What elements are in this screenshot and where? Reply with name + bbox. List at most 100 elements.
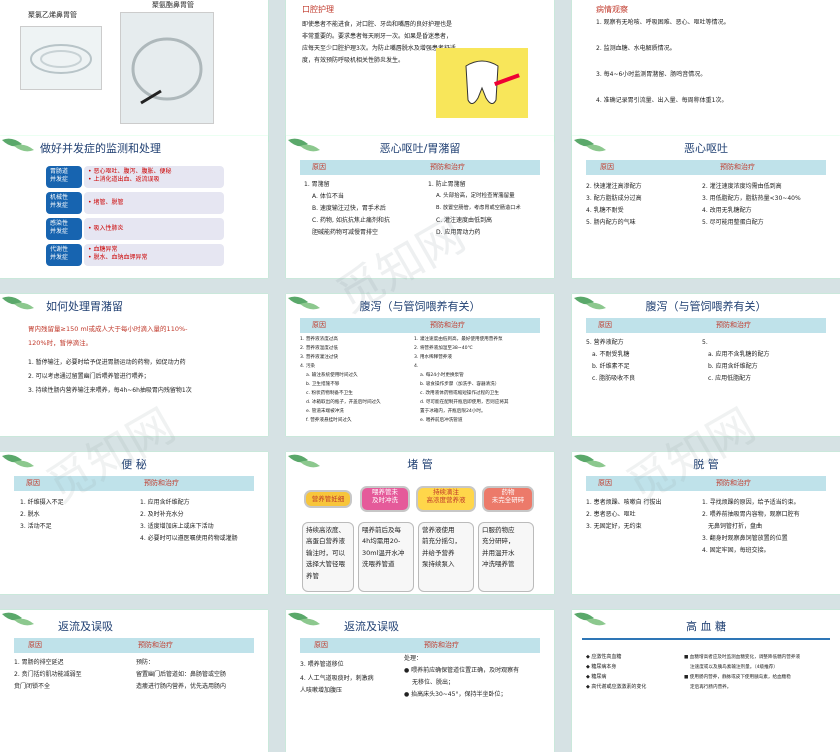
table-header: 原因 预防和治疗	[14, 638, 254, 653]
slide-gastric-retention[interactable]: 如何处理胃潴留 胃内残留量≥150 ml或成人大于每小时滴入量的110%- 12…	[0, 294, 268, 436]
cause-line: 3. 营养液灌注过快	[300, 355, 339, 360]
treatment-line: 无移位、脱出；	[412, 679, 455, 686]
leaf-decoration-icon	[2, 612, 34, 626]
tube-label-pu: 聚氨酯鼻胃管	[152, 1, 194, 9]
cause-line: d. 冰箱取出的瓶子，开盖后时间过久	[306, 400, 381, 405]
slide-feeding-tubes[interactable]: 聚氯乙烯鼻胃管 聚氨酯鼻胃管	[0, 0, 268, 142]
slide-tube-dislodgement[interactable]: 脱 管 原因 预防和治疗 1. 患者烦躁、咳嗽自 行拔出 2. 患者恶心、呕吐 …	[572, 452, 840, 594]
cause-line: 1. 纤维摄入不足	[20, 499, 64, 506]
header-treatment: 预防和治疗	[138, 641, 173, 649]
table-header: 原因 预防和治疗	[14, 476, 254, 491]
category-metabolic: 代谢性 并发症	[46, 244, 82, 266]
header-cause: 原因	[28, 641, 42, 649]
slide-reflux-2[interactable]: 返流及误吸 原因 预防和治疗 3. 喂养管道移位 4. 人工气道吸痰时，刺激病 …	[286, 610, 554, 752]
slide-hyperglycemia[interactable]: 高 血 糖 ◆ 应激性高血糖 ◆ 糖尿病本身 ◆ 糖尿病 ◆ 高代谢或应激激素的…	[572, 610, 840, 752]
treatment-line: 3. 适度增加床上或床下活动	[140, 523, 214, 530]
cause-line: ◆ 高代谢或应激激素的变化	[586, 684, 647, 690]
header-treatment: 预防和治疗	[424, 641, 459, 649]
slide-diarrhea-1[interactable]: 腹泻（与管饲喂养有关） 原因 预防和治疗 1. 营养液浓度过高 2. 营养液温度…	[286, 294, 554, 436]
slide-title: 恶心呕吐	[684, 142, 728, 155]
slide-constipation[interactable]: 便 秘 原因 预防和治疗 1. 纤维摄入不足 2. 脱水 3. 活动不足 1. …	[0, 452, 268, 594]
treatment-line: ■ 血糖增高者应及时监测血糖变化，调整降低糖内营养液	[684, 655, 801, 660]
table-header: 原因 预防和治疗	[586, 476, 826, 491]
treatment-line: d. 尽可能在配制开瓶后即使用，否则应将其	[420, 400, 509, 405]
slide-reflux-1[interactable]: 返流及误吸 原因 预防和治疗 1. 胃肠的排空延迟 2. 贲门括约肌功能减弱至 …	[0, 610, 268, 752]
slide-nausea-retention[interactable]: 恶心呕吐/胃潴留 原因 预防和治疗 1. 胃潴留 A. 体位不当 B. 速度输注…	[286, 136, 554, 278]
header-treatment: 预防和治疗	[430, 321, 465, 329]
treatment-line: C. 灌注速度由低到高	[436, 217, 493, 224]
category-infection: 感染性 并发症	[46, 218, 82, 240]
treatment-line: A. 头部抬高，定时检查胃潴留量	[436, 193, 515, 199]
cause-line: 5. 营养液配方	[586, 339, 624, 346]
tooth-cartoon-image	[436, 48, 528, 118]
treatment-line: 3. 翻身时观察鼻饲管放置的位置	[702, 535, 788, 542]
cause-line: 2. 脱水	[20, 511, 40, 518]
cause-line: 3. 活动不足	[20, 523, 52, 530]
slide-title: 脱 管	[693, 458, 719, 471]
treatment-line: a. 应用不含乳糖的配方	[708, 351, 770, 358]
cause-line: B. 速度输注过快，胃手术后	[312, 205, 386, 212]
observation-item: 3. 每4~6小时监测胃潴留、肠鸣音情况。	[596, 71, 707, 78]
cause-line: 1. 营养液浓度过高	[300, 337, 339, 342]
treatment-line: a. 每24小时更换泵管	[420, 373, 464, 378]
header-treatment: 预防和治疗	[716, 321, 751, 329]
treatment-line: ● 喂养前应确保管道位置正确，及时观察有	[404, 667, 520, 674]
measure-card: 喂养前后及每 4h均需用20- 30ml温开水冲 洗喂养管道	[358, 522, 414, 592]
treatment-line: 3. 用低脂配方，脂肪热量<30~40%	[702, 195, 801, 202]
treatment-line: c. 改用液体药物或缩短操作过程的卫生	[420, 391, 499, 396]
treatment-line: 1. 灌注速度由低到高，最好使用使用营养泵	[414, 337, 503, 342]
treatment-line: 3. 用水稀释营养液	[414, 355, 453, 360]
table-header: 原因 预防和治疗	[300, 318, 540, 333]
cause-line: b. 纤维素不足	[592, 363, 630, 370]
step-item: 1. 暂停输注，必要时给予促进胃肠运动的药物，如促动力药	[28, 359, 186, 366]
slide-nausea[interactable]: 恶心呕吐 原因 预防和治疗 2. 快速灌注高渗配方 3. 配方脂肪成分过高 4.…	[572, 136, 840, 278]
treatment-line: 无鼻饲管打折，盘曲	[708, 523, 763, 530]
treatment-line: b. 应用含纤维配方	[708, 363, 758, 370]
highlight-line: 120%时，暂停滴注。	[28, 339, 93, 347]
cause-line: 4. 乳糖不耐受	[586, 207, 624, 214]
category-mechanical: 机械性 并发症	[46, 192, 82, 214]
body-line: 即使患者不能进食，对口腔、牙齿和嘴唇的良好护理也是	[302, 21, 453, 28]
cause-line: c. 粉状药物制备不卫生	[306, 391, 353, 396]
cause-line: 2. 患者恶心、呕吐	[586, 511, 636, 518]
slide-title: 病情观察	[596, 5, 628, 14]
header-treatment: 预防和治疗	[430, 163, 465, 171]
treatment-line: 2. 及时补充水分	[140, 511, 184, 518]
treatment-line: 4. 必要时可以遵医嘱使用药物或灌肠	[140, 535, 238, 542]
cause-line: 5. 肠内配方的气味	[586, 219, 636, 226]
cause-line: 贲门闭锁不全	[14, 683, 51, 690]
table-header: 原因 预防和治疗	[586, 318, 826, 333]
slide-title: 高 血 糖	[686, 620, 726, 633]
cause-line: 胆碱能药物可减慢胃排空	[312, 229, 379, 236]
cause-line: 4. 人工气道吸痰时，刺激病	[300, 675, 374, 682]
header-treatment: 预防和治疗	[716, 479, 751, 487]
treatment-line: 4. 改用无乳糖配方	[702, 207, 752, 214]
cause-line: ◆ 应激性高血糖	[586, 654, 622, 660]
treatment-line: 1. 防止胃潴留	[428, 181, 466, 188]
category-gi: 胃肠道 并发症	[46, 166, 82, 188]
treatment-line: 2. 灌注速度浓度均需由低到高	[702, 183, 782, 190]
slide-condition-observation[interactable]: 病情观察 1. 观察有无呛咳、呼吸困难、恶心、呕吐等情况。 2. 监测血糖、水电…	[572, 0, 840, 142]
cause-line: 3. 喂养管道移位	[300, 661, 344, 668]
slide-complications[interactable]: 做好并发症的监测和处理 胃肠道 并发症 • 恶心呕吐、腹泻、腹胀、便秘 • 上消…	[0, 136, 268, 278]
treatment-line: 预防：	[136, 659, 155, 666]
slide-diarrhea-2[interactable]: 腹泻（与管饲喂养有关） 原因 预防和治疗 5. 营养液配方 a. 不耐受乳糖 b…	[572, 294, 840, 436]
measure-card: 持续高浓度、 高蛋白营养液 输注时，可以 选择大管径喂 养管	[302, 522, 354, 592]
header-cause: 原因	[600, 163, 614, 171]
table-header: 原因 预防和治疗	[300, 160, 540, 175]
slide-oral-care[interactable]: 口腔护理 即使患者不能进食，对口腔、牙齿和嘴唇的良好护理也是 非常重要的。要求患…	[286, 0, 554, 142]
slide-tube-blockage[interactable]: 堵 管 营养管妊细 喂养管未 及时冲洗 持续滴注 高浓度营养液 药物 未完全研碎…	[286, 452, 554, 594]
treatment-line: 定后再行肠内营养。	[690, 685, 732, 690]
cause-line: a. 输注系统使用时间过久	[306, 373, 358, 378]
observation-item: 4. 准确记录胃引流量、出入量、每周称体重1次。	[596, 97, 728, 104]
treatment-line: 1. 寻找烦躁的原因，给予适当约束。	[702, 499, 800, 506]
header-cause: 原因	[598, 321, 612, 329]
cause-line: ◆ 糖尿病本身	[586, 664, 617, 670]
cause-line: f. 营养液悬挂时间过久	[306, 418, 352, 423]
slide-title: 口腔护理	[302, 5, 334, 14]
detail-gi: • 恶心呕吐、腹泻、腹胀、便秘 • 上消化道出血、返流误吸	[84, 166, 224, 188]
step-item: 2. 可以考虑通过留置幽门后喂养管进行喂养；	[28, 373, 150, 380]
body-line: 非常重要的。要求患者每天刷牙一次。如果是昏迷患者，	[302, 33, 453, 40]
cause-line: 3. 配方脂肪成分过高	[586, 195, 642, 202]
treatment-line: ● 抬高床头30~45°，保持半坐卧位；	[404, 691, 507, 698]
